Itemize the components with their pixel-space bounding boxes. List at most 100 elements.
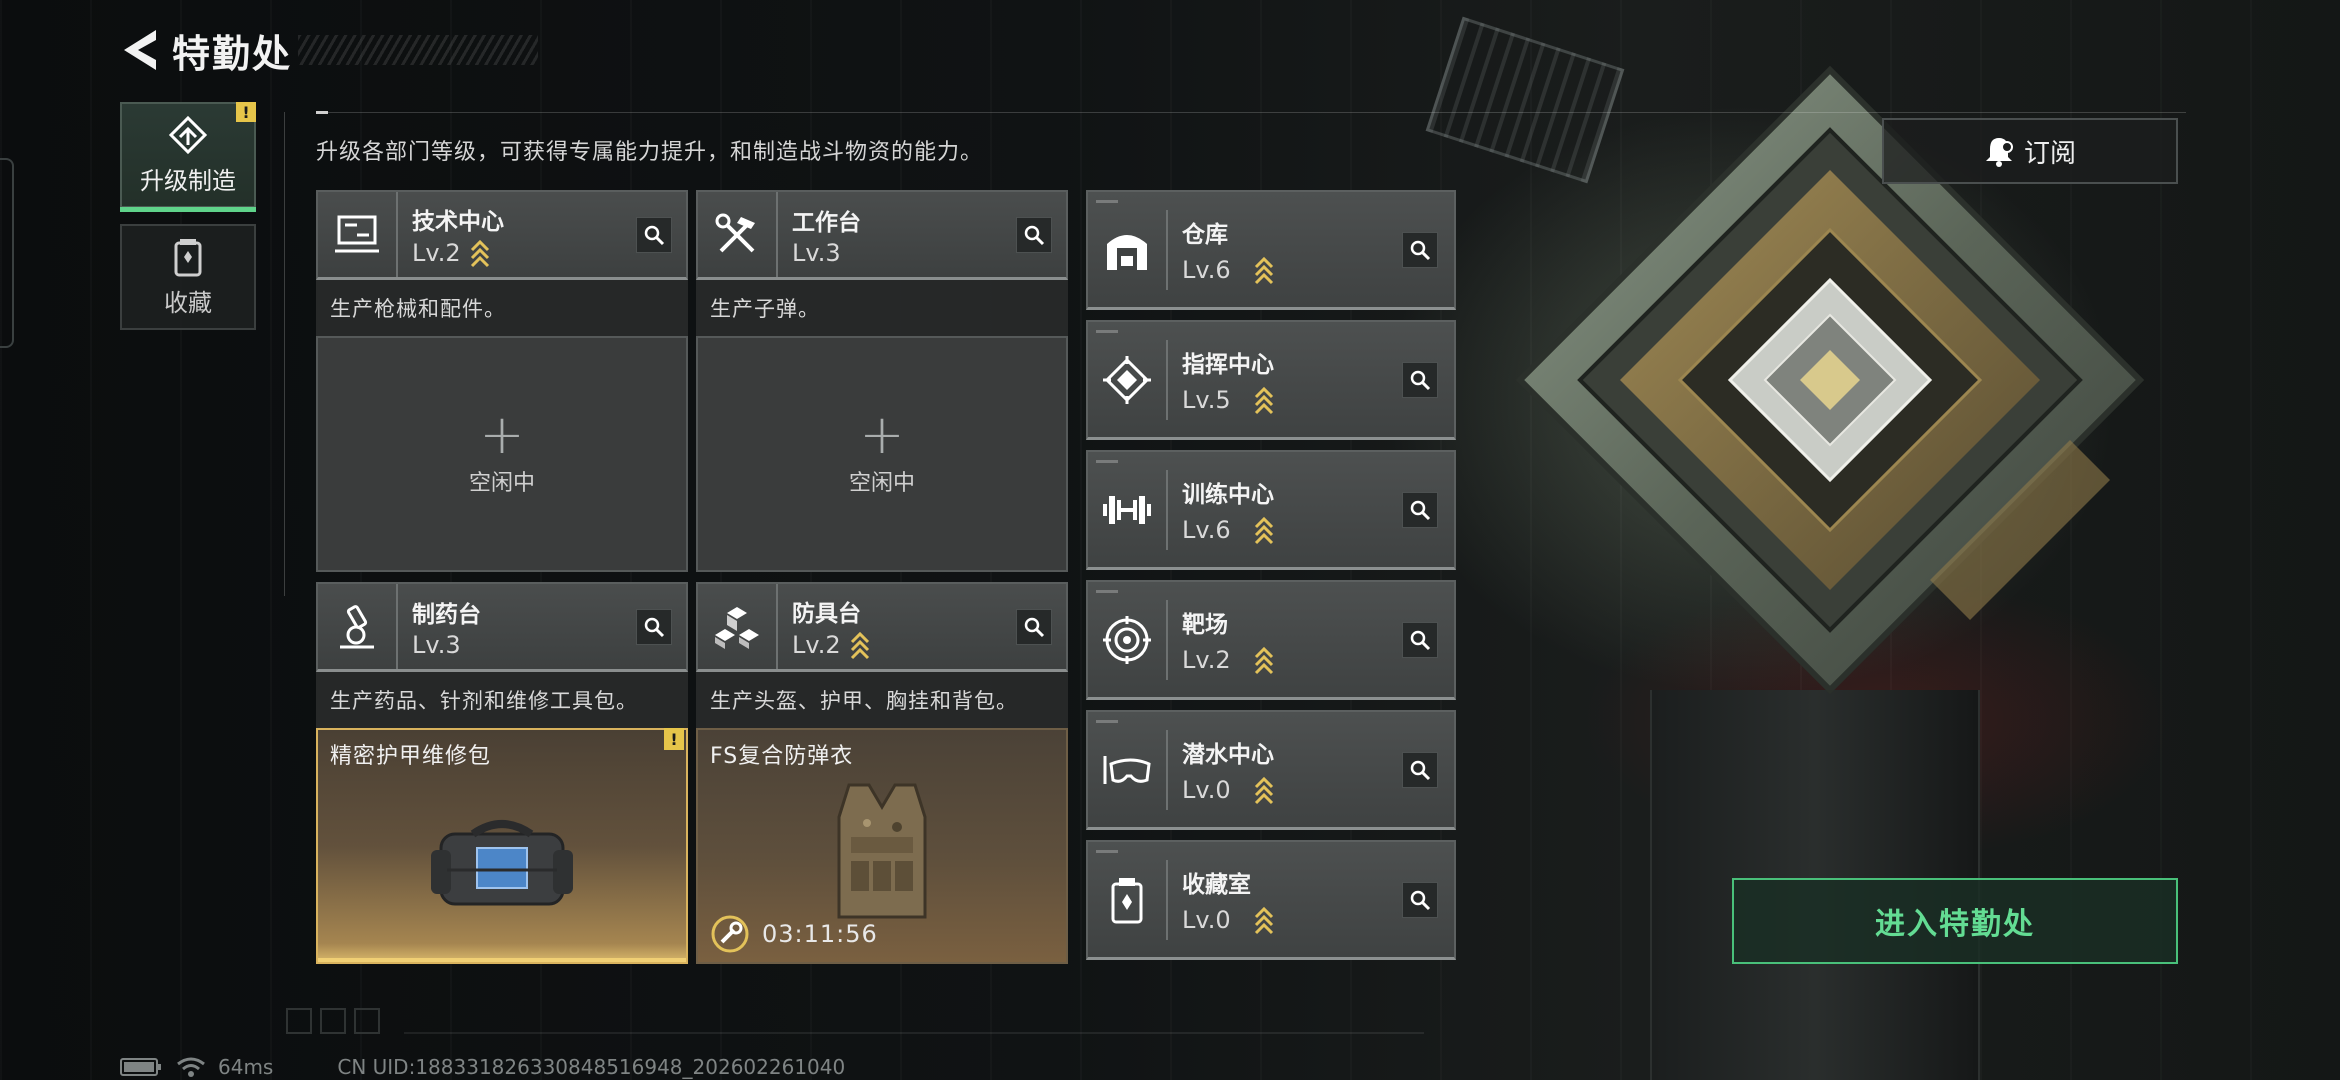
armor-blocks-icon (698, 584, 778, 669)
workshop-slot-idle[interactable]: + 空闲中 (316, 336, 688, 572)
workshop-slot-ready[interactable]: 精密护甲维修包 ! (316, 728, 688, 964)
facility-name: 仓库 (1182, 221, 1228, 248)
wifi-icon (177, 1057, 205, 1077)
workshop-slot-idle[interactable]: + 空闲中 (696, 336, 1068, 572)
facility-command-center[interactable]: 指挥中心 Lv.5 (1086, 320, 1456, 440)
diving-mask-icon (1088, 729, 1168, 810)
back-button[interactable] (118, 26, 162, 74)
workshop-header[interactable]: 技术中心 Lv.2 (316, 190, 688, 280)
add-plus-icon: + (479, 403, 525, 466)
subscribe-button[interactable]: 订阅 (1882, 118, 2178, 184)
workshop-subtitle: 生产药品、针剂和维修工具包。 (316, 672, 688, 728)
search-icon (644, 225, 665, 245)
enter-special-ops-label: 进入特勤处 (1875, 907, 2035, 942)
facility-search-button[interactable] (1402, 881, 1438, 918)
tab-upgrade-craft-label: 升级制造 (140, 166, 236, 195)
workshop-card-workbench: 工作台 Lv.3 生产子弹。 + 空闲中 (696, 190, 1068, 572)
workshop-level: Lv.2 (412, 238, 461, 267)
facility-level: Lv.0 (1182, 775, 1231, 804)
side-drawer-handle[interactable] (0, 158, 14, 348)
workshop-name: 工作台 (792, 209, 861, 236)
workshop-name: 制药台 (412, 601, 481, 628)
battery-icon (120, 1058, 161, 1076)
body-armor-vest-image (837, 783, 927, 919)
workshop-level: Lv.3 (412, 630, 461, 659)
left-divider (284, 112, 285, 596)
page-title: 特勤处 (172, 31, 293, 76)
workshop-header[interactable]: 制药台 Lv.3 (316, 582, 688, 672)
upgrade-craft-icon (168, 115, 208, 154)
search-icon (1410, 370, 1431, 390)
bottom-divider (404, 1032, 1424, 1034)
facility-training-center[interactable]: 训练中心 Lv.6 (1086, 450, 1456, 570)
search-icon (1410, 890, 1431, 910)
tab-warning-badge: ! (236, 102, 256, 122)
tab-upgrade-craft[interactable]: 升级制造 ! (120, 102, 256, 212)
upgrade-available-icon (1254, 646, 1273, 674)
workshop-card-armor-bench: 防具台 Lv.2 生产头盔、护甲、胸挂和背包。 FS复合防弹衣 03:11:56 (696, 582, 1068, 964)
workshop-header[interactable]: 防具台 Lv.2 (696, 582, 1068, 672)
workshop-subtitle: 生产枪械和配件。 (316, 280, 688, 336)
user-uid: CN UID:188331826330848516948_20260226104… (337, 1055, 846, 1079)
search-icon (1410, 500, 1431, 520)
facility-search-button[interactable] (1402, 491, 1438, 528)
workshop-name: 防具台 (792, 600, 861, 627)
facility-name: 训练中心 (1182, 481, 1274, 508)
facility-tag (1096, 330, 1118, 333)
workshop-header[interactable]: 工作台 Lv.3 (696, 190, 1068, 280)
upgrade-available-icon (1254, 386, 1273, 414)
workshop-search-button[interactable] (1016, 216, 1052, 253)
workshop-level: Lv.3 (792, 238, 841, 267)
facility-name: 靶场 (1182, 611, 1228, 638)
facility-level: Lv.6 (1182, 255, 1231, 284)
facility-search-button[interactable] (1402, 231, 1438, 268)
upgrade-available-icon (850, 631, 869, 659)
facility-name: 指挥中心 (1182, 351, 1274, 378)
command-chip-icon (1088, 339, 1168, 420)
armor-repair-kit-image (431, 819, 573, 906)
facility-tag (1096, 460, 1118, 463)
workshop-subtitle: 生产子弹。 (696, 280, 1068, 336)
workshop-search-button[interactable] (636, 608, 672, 645)
tab-collection-label: 收藏 (164, 288, 212, 317)
bottom-decoration (286, 1008, 380, 1034)
collection-icon (174, 238, 202, 276)
search-icon (1410, 240, 1431, 260)
wrench-progress-icon (711, 915, 749, 953)
title-decoration (298, 35, 539, 65)
facility-level: Lv.6 (1182, 515, 1231, 544)
facility-search-button[interactable] (1402, 751, 1438, 788)
search-icon (1024, 225, 1045, 245)
workshop-level: Lv.2 (792, 630, 841, 659)
facility-warehouse[interactable]: 仓库 Lv.6 (1086, 190, 1456, 310)
facility-shooting-range[interactable]: 靶场 Lv.2 (1086, 580, 1456, 700)
page-header: 特勤处 (118, 26, 539, 76)
idle-label: 空闲中 (848, 471, 915, 496)
tab-collection[interactable]: 收藏 (120, 224, 256, 330)
back-arrow-icon (124, 30, 156, 70)
facility-collection-room[interactable]: 收藏室 Lv.0 (1086, 840, 1456, 960)
workshop-card-tech-center: 技术中心 Lv.2 生产枪械和配件。 + 空闲中 (316, 190, 688, 572)
search-icon (644, 617, 665, 637)
facility-search-button[interactable] (1402, 361, 1438, 398)
dumbbell-icon (1088, 469, 1168, 550)
workshop-slot-producing[interactable]: FS复合防弹衣 03:11:56 (696, 728, 1068, 964)
workshop-subtitle: 生产头盔、护甲、胸挂和背包。 (696, 672, 1068, 728)
search-icon (1024, 617, 1045, 637)
workshop-search-button[interactable] (1016, 608, 1052, 645)
workshop-search-button[interactable] (636, 216, 672, 253)
facility-diving-center[interactable]: 潜水中心 Lv.0 (1086, 710, 1456, 830)
subscribe-label: 订阅 (2023, 138, 2076, 169)
production-timer: 03:11:56 (710, 914, 878, 954)
enter-special-ops-button[interactable]: 进入特勤处 (1732, 878, 2178, 964)
search-icon (1410, 630, 1431, 650)
facility-tag (1096, 200, 1118, 203)
facility-level: Lv.5 (1182, 385, 1231, 414)
target-icon (1088, 599, 1168, 680)
facility-name: 收藏室 (1182, 871, 1251, 898)
facility-tag (1096, 590, 1118, 593)
facility-search-button[interactable] (1402, 621, 1438, 658)
collection-room-icon (1088, 859, 1168, 940)
bell-icon (1985, 138, 2013, 167)
idle-label: 空闲中 (468, 471, 535, 496)
